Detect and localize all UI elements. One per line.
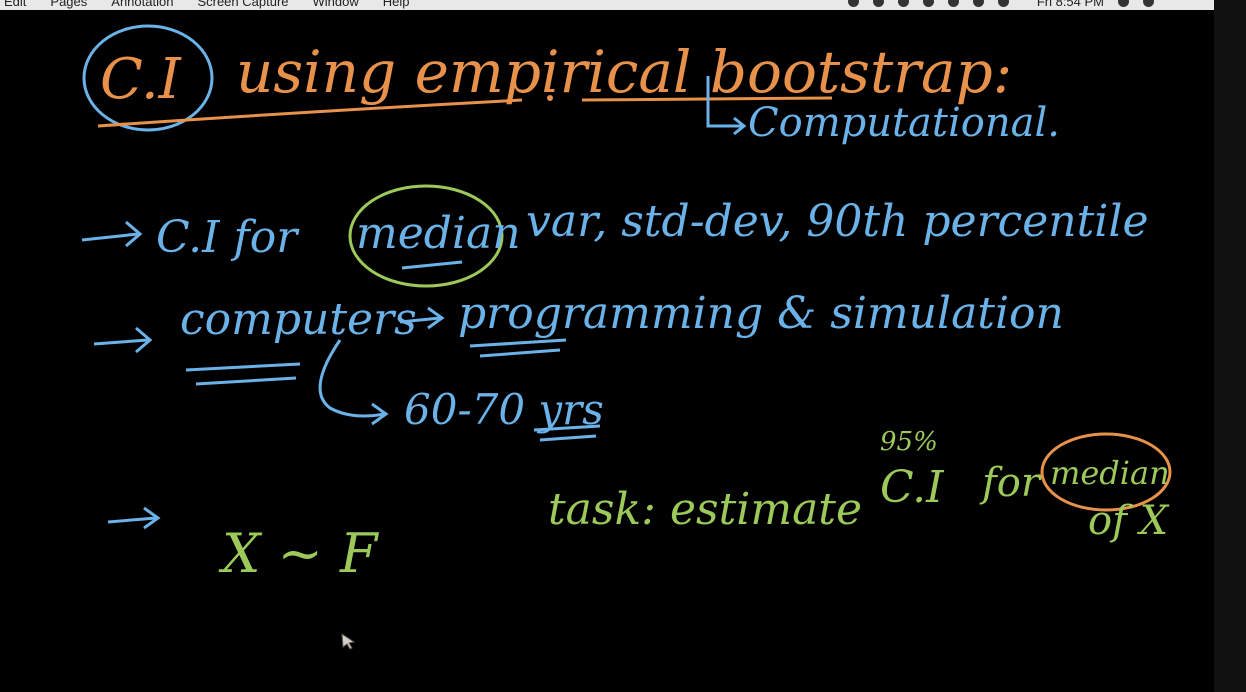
- menubar-clock[interactable]: Fri 8:54 PM: [1037, 0, 1104, 9]
- status-icon[interactable]: [847, 0, 859, 7]
- bullet-arrow: [81, 232, 139, 242]
- task-of-x: of X: [1088, 498, 1170, 544]
- menu-items: Edit Pages Annotation Screen Capture Win…: [4, 0, 410, 9]
- menu-pages[interactable]: Pages: [50, 0, 87, 9]
- programming-underline: [469, 338, 567, 358]
- bluetooth-icon[interactable]: [922, 0, 934, 7]
- battery-icon[interactable]: [997, 0, 1009, 7]
- task-label: task: estimate: [548, 484, 862, 535]
- task-ci: C.I: [880, 462, 945, 513]
- menu-annotation[interactable]: Annotation: [111, 0, 173, 9]
- title-ci: C.I: [100, 47, 183, 112]
- task-percent: 95%: [880, 427, 938, 457]
- task-for: for: [979, 460, 1043, 506]
- computational-text: Computational.: [748, 100, 1060, 146]
- title-text: using empirical bootstrap:: [236, 38, 1012, 106]
- wifi-icon[interactable]: [947, 0, 959, 7]
- menu-help[interactable]: Help: [383, 0, 410, 9]
- menu-window[interactable]: Window: [313, 0, 359, 9]
- task-median: median: [1050, 454, 1170, 492]
- line1-ci-for: C.I for: [156, 212, 300, 263]
- handwritten-notes: C.I using empirical bootstrap: Computati…: [81, 24, 1172, 585]
- distribution-text: X ~ F: [218, 522, 380, 585]
- pointer-cursor-icon: [341, 633, 356, 650]
- line2-computers: computers: [180, 294, 417, 345]
- user-avatar-icon[interactable]: [1143, 0, 1154, 7]
- computers-underline: [185, 362, 301, 386]
- menu-edit[interactable]: Edit: [4, 0, 26, 9]
- menu-bar: Edit Pages Annotation Screen Capture Win…: [0, 0, 1214, 10]
- status-icon[interactable]: [872, 0, 884, 7]
- whiteboard-canvas[interactable]: C.I using empirical bootstrap: Computati…: [0, 10, 1214, 692]
- median-underline: [401, 260, 463, 270]
- window-edge: [1214, 0, 1246, 692]
- line2-programming: programming & simulation: [458, 288, 1064, 339]
- status-icon[interactable]: [897, 0, 909, 7]
- bullet-arrow: [93, 338, 149, 346]
- bullet-arrow: [107, 516, 157, 524]
- ink-dot: [547, 95, 553, 101]
- menu-screen-capture[interactable]: Screen Capture: [197, 0, 288, 9]
- volume-icon[interactable]: [972, 0, 984, 7]
- line1-median: median: [356, 208, 521, 259]
- search-icon[interactable]: [1118, 0, 1129, 7]
- line1-stats: var, std-dev, 90th percentile: [526, 196, 1149, 247]
- status-area: Fri 8:54 PM: [847, 0, 1154, 9]
